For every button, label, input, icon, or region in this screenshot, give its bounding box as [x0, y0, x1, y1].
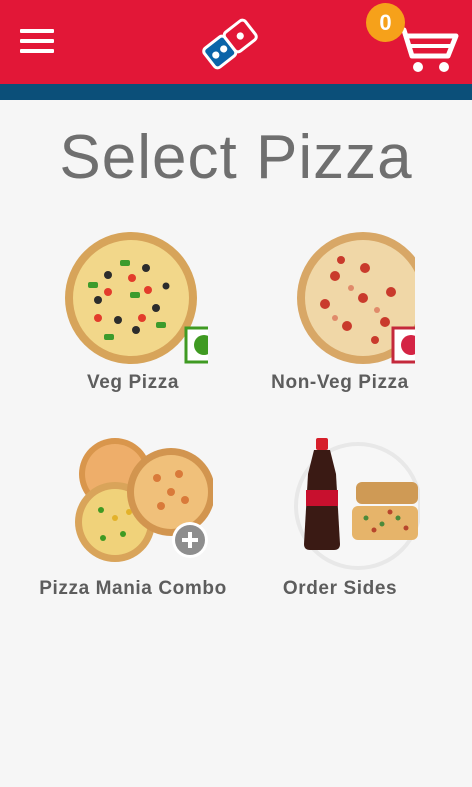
option-label: Order Sides	[282, 578, 398, 599]
option-label: Veg Pizza	[87, 372, 179, 393]
option-pizza-mania-combo[interactable]: Pizza Mania Combo	[33, 434, 233, 602]
hamburger-menu-icon[interactable]	[18, 26, 58, 58]
non-veg-pizza-image	[297, 232, 415, 364]
order-sides-image	[294, 438, 420, 570]
option-order-sides[interactable]: Order Sides	[240, 434, 440, 602]
option-label: Pizza Mania Combo	[39, 578, 227, 599]
cart-count-badge: 0	[366, 3, 405, 42]
pizza-mania-combo-image	[75, 438, 213, 562]
option-label: Non-Veg Pizza	[271, 372, 409, 393]
brand-stripe	[0, 84, 472, 100]
option-non-veg-pizza[interactable]: Non-Veg Pizza	[240, 230, 440, 396]
page-title: Select Pizza	[59, 123, 413, 192]
dominos-logo[interactable]	[198, 14, 262, 72]
option-veg-pizza[interactable]: Veg Pizza	[33, 230, 233, 396]
veg-pizza-image	[65, 232, 208, 364]
